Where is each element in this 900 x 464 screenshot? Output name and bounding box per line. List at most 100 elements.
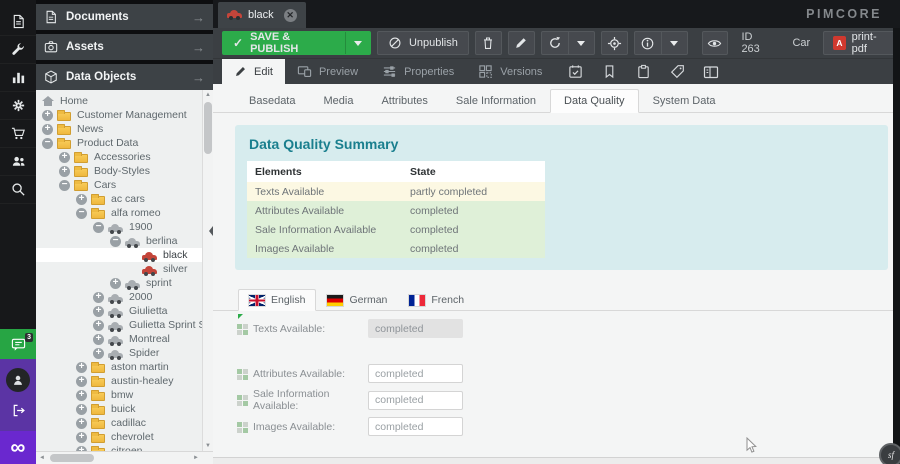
tree-node[interactable]: 2000 bbox=[36, 290, 202, 304]
tree-expander-icon[interactable] bbox=[76, 362, 87, 373]
field-value-input[interactable]: completed bbox=[368, 417, 463, 436]
scroll-right-icon[interactable]: ► bbox=[193, 455, 199, 461]
tree-node[interactable]: chevrolet bbox=[36, 430, 202, 444]
layout-book-icon[interactable] bbox=[694, 59, 728, 84]
rename-button[interactable] bbox=[508, 31, 535, 55]
tab-preview[interactable]: Preview bbox=[285, 59, 370, 84]
panel-documents[interactable]: Documents → bbox=[36, 4, 213, 30]
tree-expander-icon[interactable] bbox=[42, 138, 53, 149]
tree-node[interactable]: austin-healey bbox=[36, 374, 202, 388]
tree-node[interactable]: silver bbox=[36, 262, 202, 276]
profiler-button[interactable]: sf bbox=[879, 443, 900, 464]
logout-icon[interactable] bbox=[11, 403, 26, 423]
tree-vertical-scrollbar[interactable]: ▲ ▼ bbox=[202, 90, 213, 451]
tools-icon[interactable] bbox=[0, 36, 36, 64]
settings-icon[interactable] bbox=[0, 92, 36, 120]
info-button[interactable] bbox=[635, 32, 661, 54]
tree-node[interactable]: black bbox=[36, 248, 202, 262]
field-value-input[interactable]: completed bbox=[368, 319, 463, 338]
object-tab[interactable]: Sale Information bbox=[442, 89, 550, 113]
panel-assets[interactable]: Assets → bbox=[36, 34, 213, 60]
tree-node[interactable]: Spider bbox=[36, 346, 202, 360]
user-avatar[interactable] bbox=[6, 368, 30, 392]
search-icon[interactable] bbox=[0, 176, 36, 204]
tree-expander-icon[interactable] bbox=[42, 110, 53, 121]
tree-expander-icon[interactable] bbox=[59, 166, 70, 177]
scroll-down-icon[interactable]: ▼ bbox=[203, 443, 213, 449]
tree-node[interactable]: cadillac bbox=[36, 416, 202, 430]
tree-expander-icon[interactable] bbox=[93, 334, 104, 345]
reload-dropdown-caret[interactable] bbox=[568, 32, 594, 54]
tree-node[interactable]: aston martin bbox=[36, 360, 202, 374]
object-tab[interactable]: Media bbox=[309, 89, 367, 113]
scrollbar-thumb[interactable] bbox=[50, 454, 94, 462]
tree-node[interactable]: Cars bbox=[36, 178, 202, 192]
object-tab[interactable]: Attributes bbox=[367, 89, 441, 113]
scroll-up-icon[interactable]: ▲ bbox=[203, 92, 213, 98]
customers-icon[interactable] bbox=[0, 148, 36, 176]
tree-node[interactable]: buick bbox=[36, 402, 202, 416]
tree-expander-icon[interactable] bbox=[76, 404, 87, 415]
scrollbar-thumb[interactable] bbox=[204, 102, 212, 154]
info-dropdown-caret[interactable] bbox=[661, 32, 687, 54]
reports-icon[interactable] bbox=[0, 64, 36, 92]
tree-expander-icon[interactable] bbox=[76, 432, 87, 443]
tree-node[interactable]: alfa romeo bbox=[36, 206, 202, 220]
infinity-logo[interactable]: ∞ bbox=[0, 431, 36, 464]
tree-node[interactable]: ac cars bbox=[36, 192, 202, 206]
tree-expander-icon[interactable] bbox=[76, 194, 87, 205]
tree-expander-icon[interactable] bbox=[110, 278, 121, 289]
bookmark-icon[interactable] bbox=[592, 59, 626, 84]
tree-node[interactable]: bmw bbox=[36, 388, 202, 402]
document-tab-black[interactable]: black ✕ bbox=[218, 2, 306, 28]
delete-button[interactable] bbox=[475, 31, 502, 55]
language-tab[interactable]: German bbox=[316, 289, 398, 311]
tree-node[interactable]: Product Data bbox=[36, 136, 202, 150]
tree-expander-icon[interactable] bbox=[93, 292, 104, 303]
tree-expander-icon[interactable] bbox=[76, 208, 87, 219]
reload-button[interactable] bbox=[542, 32, 568, 54]
tree-node[interactable]: citroen bbox=[36, 444, 202, 451]
tree-expander-icon[interactable] bbox=[76, 390, 87, 401]
tree-expander-icon[interactable] bbox=[59, 152, 70, 163]
ecommerce-icon[interactable] bbox=[0, 120, 36, 148]
language-tab[interactable]: English bbox=[238, 289, 316, 311]
tree-node[interactable]: 1900 bbox=[36, 220, 202, 234]
unpublish-button[interactable]: Unpublish bbox=[377, 31, 469, 55]
tree-horizontal-scrollbar[interactable]: ◄ ► bbox=[36, 451, 213, 464]
tab-versions[interactable]: Versions bbox=[466, 59, 554, 84]
sidebar-collapse-handle[interactable] bbox=[209, 226, 213, 236]
language-tab[interactable]: French bbox=[398, 289, 475, 311]
locate-in-tree-button[interactable] bbox=[601, 31, 628, 55]
scroll-left-icon[interactable]: ◄ bbox=[39, 455, 45, 461]
tree-node[interactable]: News bbox=[36, 122, 202, 136]
print-pdf-button[interactable]: A print-pdf bbox=[823, 31, 900, 55]
tree-expander-icon[interactable] bbox=[93, 320, 104, 331]
tree-expander-icon[interactable] bbox=[93, 306, 104, 317]
object-tab[interactable]: Basedata bbox=[235, 89, 309, 113]
tree-expander-icon[interactable] bbox=[42, 124, 53, 135]
tree-expander-icon[interactable] bbox=[93, 222, 104, 233]
tree-expander-icon[interactable] bbox=[76, 376, 87, 387]
field-value-input[interactable]: completed bbox=[368, 391, 463, 410]
tree-expander-icon[interactable] bbox=[59, 180, 70, 191]
tree-node[interactable]: Customer Management bbox=[36, 108, 202, 122]
tree-node[interactable]: Home bbox=[36, 94, 202, 108]
tree-node[interactable]: Body-Styles bbox=[36, 164, 202, 178]
tab-properties[interactable]: Properties bbox=[370, 59, 466, 84]
tree-node[interactable]: Accessories bbox=[36, 150, 202, 164]
field-value-input[interactable]: completed bbox=[368, 364, 463, 383]
object-tab[interactable]: System Data bbox=[639, 89, 730, 113]
tab-edit[interactable]: Edit bbox=[222, 59, 285, 84]
panel-data-objects[interactable]: Data Objects → bbox=[36, 64, 213, 90]
scheduler-calendar-icon[interactable] bbox=[558, 59, 592, 84]
tree-node[interactable]: Giulietta bbox=[36, 304, 202, 318]
object-tab[interactable]: Data Quality bbox=[550, 89, 639, 113]
save-publish-button[interactable]: ✓SAVE & PUBLISH bbox=[222, 31, 371, 55]
tree-expander-icon[interactable] bbox=[110, 236, 121, 247]
chat-button[interactable]: 3 bbox=[0, 329, 36, 359]
tree-node[interactable]: berlina bbox=[36, 234, 202, 248]
preview-eye-button[interactable] bbox=[702, 31, 729, 55]
tree-node[interactable]: sprint bbox=[36, 276, 202, 290]
tree-node[interactable]: Montreal bbox=[36, 332, 202, 346]
